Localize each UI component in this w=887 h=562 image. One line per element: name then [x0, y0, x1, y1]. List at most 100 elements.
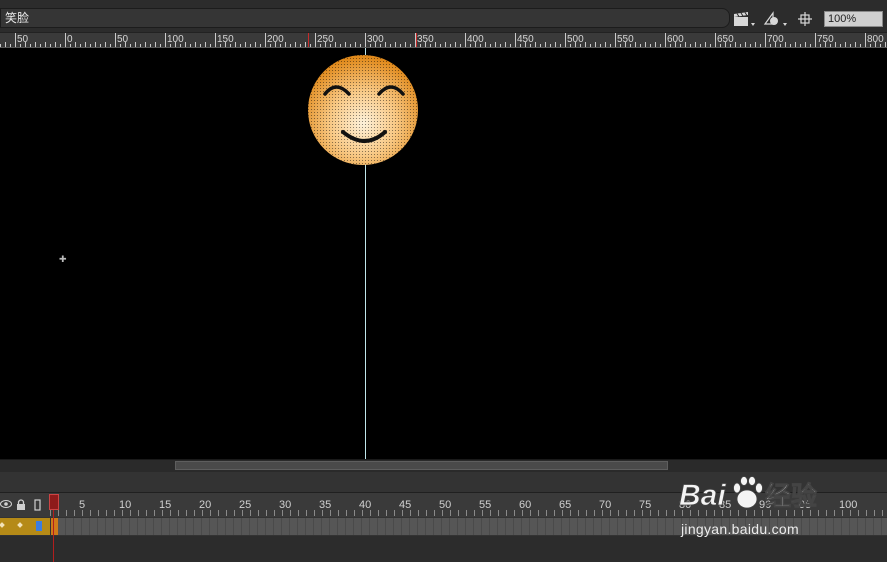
shapes-icon[interactable] [762, 11, 790, 30]
frame-number: 55 [479, 499, 492, 511]
playhead[interactable] [49, 494, 59, 510]
frame-number: 70 [599, 499, 612, 511]
ruler-tick [195, 42, 196, 47]
ruler-tick [860, 44, 861, 47]
ruler-tick [100, 44, 101, 47]
ruler-tick [735, 42, 736, 47]
frame-number: 5 [79, 499, 86, 511]
frame-number: 15 [159, 499, 172, 511]
ruler-tick [205, 42, 206, 47]
ruler-tick [95, 42, 96, 47]
ruler-tick [305, 42, 306, 47]
ruler-tick [885, 42, 886, 47]
ruler-tick [85, 42, 86, 47]
ruler-tick [865, 33, 866, 47]
ruler-tick [590, 44, 591, 47]
clapper-icon[interactable] [731, 11, 757, 30]
scene-breadcrumb[interactable] [0, 8, 730, 28]
ruler-tick [65, 33, 66, 47]
ruler-tick [135, 42, 136, 47]
ruler-tick [785, 42, 786, 47]
ruler-tick [435, 42, 436, 47]
ruler-tick [605, 42, 606, 47]
ruler-tick [345, 42, 346, 47]
ruler-tick [495, 42, 496, 47]
ruler-tick [210, 44, 211, 47]
layer-dot [17, 522, 23, 528]
ruler-tick [55, 42, 56, 47]
ruler-tick [650, 44, 651, 47]
ruler-tick [200, 44, 201, 47]
ruler-tick [515, 33, 516, 47]
ruler-tick [755, 42, 756, 47]
scrollbar-thumb[interactable] [175, 461, 668, 470]
ruler-label: 150 [217, 34, 234, 45]
stage[interactable]: ✚ [0, 48, 887, 459]
ruler-tick [585, 42, 586, 47]
ruler-tick [765, 33, 766, 47]
registration-point-icon: ✚ [59, 254, 67, 264]
eye-icon[interactable] [0, 499, 12, 513]
ruler-tick [660, 44, 661, 47]
ruler-tick [840, 44, 841, 47]
ruler-tick [240, 44, 241, 47]
frame-number: 30 [279, 499, 292, 511]
layer-dot [0, 522, 5, 528]
ruler-tick [715, 33, 716, 47]
ruler-label: 0 [67, 34, 73, 45]
zoom-field[interactable]: 100% [824, 11, 883, 27]
ruler-tick [445, 42, 446, 47]
frame-number: 20 [199, 499, 212, 511]
ruler-tick [685, 42, 686, 47]
ruler-tick [500, 44, 501, 47]
layer-color-swatch[interactable] [36, 521, 42, 531]
ruler-tick [705, 42, 706, 47]
frame-number: 60 [519, 499, 532, 511]
ruler-tick [835, 42, 836, 47]
ruler-tick [340, 44, 341, 47]
ruler-tick [610, 44, 611, 47]
ruler-tick [595, 42, 596, 47]
ruler-tick [355, 42, 356, 47]
ruler-label: 650 [717, 34, 734, 45]
ruler-tick [440, 44, 441, 47]
svg-text:Bai: Bai [679, 479, 726, 512]
frame-number: 25 [239, 499, 252, 511]
ruler-label: 50 [17, 34, 29, 45]
ruler-tick [145, 42, 146, 47]
frame-number: 10 [119, 499, 132, 511]
ruler-tick [645, 42, 646, 47]
ruler-tick [245, 42, 246, 47]
scene-name[interactable]: 笑脸 [5, 11, 29, 25]
ruler-tick [90, 44, 91, 47]
ruler-tick [490, 44, 491, 47]
ruler-tick [140, 44, 141, 47]
ruler-tick [285, 42, 286, 47]
ruler-tick [760, 44, 761, 47]
crosshair-icon[interactable] [796, 11, 814, 30]
ruler-label: 800 [867, 34, 884, 45]
frame-number: 65 [559, 499, 572, 511]
ruler-tick [385, 42, 386, 47]
frame-number: 50 [439, 499, 452, 511]
layer-name-cell[interactable] [0, 518, 50, 535]
ruler-tick [850, 44, 851, 47]
lock-icon[interactable] [16, 499, 26, 515]
ruler-label: 50 [117, 34, 129, 45]
ruler-tick [255, 42, 256, 47]
ruler-label: 600 [667, 34, 684, 45]
ruler-tick [815, 33, 816, 47]
ruler-label: 400 [467, 34, 484, 45]
frame-number: 75 [639, 499, 652, 511]
ruler-tick [80, 44, 81, 47]
ruler-tick [110, 44, 111, 47]
ruler-marker [308, 33, 309, 47]
ruler-tick [640, 44, 641, 47]
ruler-marker [416, 33, 417, 47]
smiley-face[interactable] [307, 54, 423, 173]
ruler-tick [160, 44, 161, 47]
outline-icon[interactable] [34, 499, 42, 515]
ruler-tick [395, 42, 396, 47]
ruler-tick [805, 42, 806, 47]
ruler-label: 750 [817, 34, 834, 45]
